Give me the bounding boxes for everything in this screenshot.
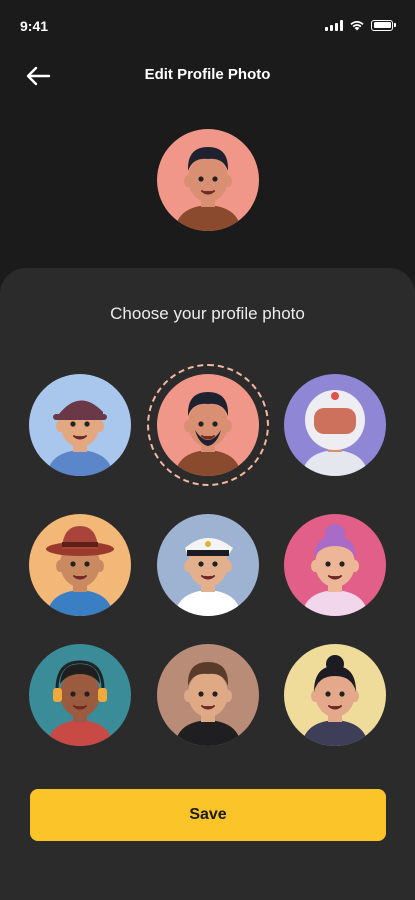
avatar-option[interactable]	[284, 514, 386, 616]
avatar-option[interactable]	[29, 514, 131, 616]
sheet-title: Choose your profile photo	[110, 304, 305, 323]
status-time: 9:41	[20, 18, 49, 34]
avatar-option[interactable]	[29, 644, 131, 746]
save-button[interactable]: Save	[30, 789, 386, 841]
page-title: Edit Profile Photo	[144, 66, 271, 83]
avatar-option[interactable]	[284, 374, 386, 476]
avatar-option[interactable]	[157, 374, 259, 476]
current-avatar	[157, 129, 259, 231]
avatar-option[interactable]	[157, 514, 259, 616]
avatar-option[interactable]	[157, 644, 259, 746]
status-icons	[325, 18, 396, 32]
status-bar: 9:41	[0, 0, 415, 52]
avatar-option[interactable]	[284, 644, 386, 746]
signal-icon	[325, 19, 343, 31]
avatar-picker-sheet: Choose your profile photo Save	[0, 268, 415, 900]
wifi-icon	[350, 21, 364, 31]
battery-icon	[371, 19, 396, 31]
avatar-option[interactable]	[29, 374, 131, 476]
header: Edit Profile Photo	[0, 52, 415, 102]
